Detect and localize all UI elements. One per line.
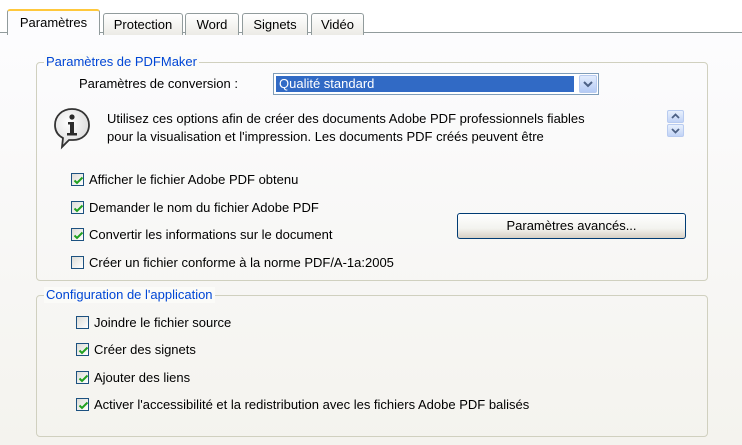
checkbox[interactable] <box>76 315 89 329</box>
tab-word[interactable]: Word <box>185 13 239 35</box>
checkbox[interactable] <box>71 172 84 186</box>
check-icon <box>73 176 84 184</box>
option-label: Créer un fichier conforme à la norme PDF… <box>89 254 394 270</box>
checkbox[interactable] <box>71 227 84 241</box>
advanced-settings-button[interactable]: Paramètres avancés... <box>457 213 686 239</box>
tab-signets[interactable]: Signets <box>242 13 308 35</box>
option-label: Ajouter des liens <box>94 369 191 385</box>
tab-protection[interactable]: Protection <box>103 13 183 35</box>
scroll-down-button[interactable] <box>667 124 684 137</box>
option-pdfa[interactable]: Créer un fichier conforme à la norme PDF… <box>71 254 394 270</box>
option-joindre-source[interactable]: Joindre le fichier source <box>76 314 231 330</box>
arrow-up-icon <box>671 113 680 119</box>
option-accessibilite[interactable]: Activer l'accessibilité et la redistribu… <box>76 396 529 412</box>
check-icon <box>73 231 84 239</box>
check-icon <box>73 204 84 212</box>
scroll-up-button[interactable] <box>667 110 684 123</box>
tab-parametres[interactable]: Paramètres <box>7 9 100 35</box>
chevron-down-icon <box>583 81 593 88</box>
option-label: Demander le nom du fichier Adobe PDF <box>89 199 319 215</box>
option-label: Joindre le fichier source <box>94 314 232 330</box>
option-label: Activer l'accessibilité et la redistribu… <box>94 396 530 412</box>
option-label: Convertir les informations sur le docume… <box>89 226 333 242</box>
option-label: Afficher le fichier Adobe PDF obtenu <box>89 171 299 187</box>
checkbox[interactable] <box>76 342 89 356</box>
option-convertir-infos[interactable]: Convertir les informations sur le docume… <box>71 226 333 242</box>
option-label: Créer des signets <box>94 341 196 357</box>
option-afficher-pdf[interactable]: Afficher le fichier Adobe PDF obtenu <box>71 171 298 187</box>
option-creer-signets[interactable]: Créer des signets <box>76 341 196 357</box>
description-text: Utilisez ces options afin de créer des d… <box>107 110 663 146</box>
checkbox[interactable] <box>71 200 84 214</box>
tab-video[interactable]: Vidéo <box>311 13 364 35</box>
conversion-select-value: Qualité standard <box>276 76 574 92</box>
info-icon <box>54 108 90 150</box>
option-demander-nom[interactable]: Demander le nom du fichier Adobe PDF <box>71 199 319 215</box>
app-config-legend: Configuration de l'application <box>44 287 215 303</box>
conversion-select[interactable]: Qualité standard <box>273 73 599 95</box>
conversion-label: Paramètres de conversion : <box>79 76 238 91</box>
check-icon <box>78 346 89 354</box>
description-line-2: pour la visualisation et l'impression. L… <box>107 129 544 144</box>
check-icon <box>78 401 89 409</box>
arrow-down-icon <box>671 128 680 134</box>
option-ajouter-liens[interactable]: Ajouter des liens <box>76 369 190 385</box>
check-icon <box>78 374 89 382</box>
checkbox[interactable] <box>76 397 89 411</box>
checkbox[interactable] <box>71 255 84 269</box>
pdfmaker-legend: Paramètres de PDFMaker <box>44 54 199 70</box>
dropdown-arrow-button[interactable] <box>579 75 597 93</box>
checkbox[interactable] <box>76 370 89 384</box>
description-line-1: Utilisez ces options afin de créer des d… <box>107 111 585 126</box>
